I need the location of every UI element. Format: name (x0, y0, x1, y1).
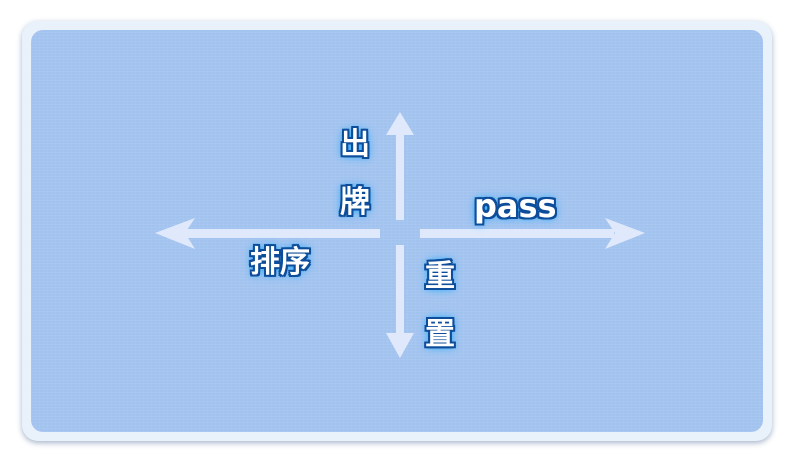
arrow-down-icon (386, 245, 414, 358)
swipe-right-label-pass: pass (474, 187, 557, 225)
direction-arrows (155, 112, 645, 358)
swipe-down-label-reset: 重 置 (420, 248, 460, 364)
arrow-up-icon (386, 112, 414, 220)
swipe-up-label-char2: 牌 (340, 185, 370, 220)
swipe-down-label-char2: 置 (425, 317, 455, 352)
swipe-up-label-char1: 出 (340, 127, 370, 162)
swipe-up-label-play-cards: 出 牌 (335, 116, 375, 232)
swipe-down-label-char1: 重 (425, 259, 455, 294)
swipe-left-label-sort: 排序 (250, 245, 310, 280)
